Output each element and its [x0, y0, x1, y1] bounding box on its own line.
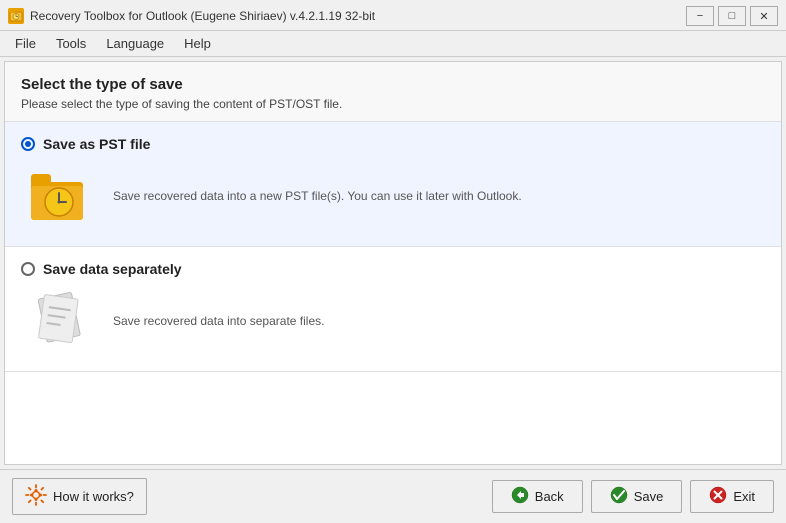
save-label: Save [634, 489, 664, 504]
page-subtitle: Please select the type of saving the con… [21, 97, 765, 111]
option-pst-header: Save as PST file [21, 136, 765, 152]
option-separate-description: Save recovered data into separate files. [113, 314, 765, 328]
title-bar: Recovery Toolbox for Outlook (Eugene Shi… [0, 0, 786, 31]
back-button[interactable]: Back [492, 480, 583, 513]
radio-separate[interactable] [21, 262, 35, 276]
option-separate[interactable]: Save data separately [5, 247, 781, 372]
save-button[interactable]: Save [591, 480, 683, 513]
close-button[interactable]: ✕ [750, 6, 778, 26]
menu-file[interactable]: File [6, 33, 45, 54]
menu-tools[interactable]: Tools [47, 33, 95, 54]
minimize-button[interactable]: − [686, 6, 714, 26]
main-content: Select the type of save Please select th… [4, 61, 782, 465]
header-section: Select the type of save Please select th… [5, 62, 781, 122]
menu-help[interactable]: Help [175, 33, 220, 54]
bottom-right: Back Save Exit [492, 480, 774, 513]
page-title: Select the type of save [21, 76, 765, 93]
how-it-works-label: How it works? [53, 489, 134, 504]
title-bar-controls: − □ ✕ [686, 6, 778, 26]
option-separate-label: Save data separately [43, 261, 182, 277]
bottom-bar: How it works? Back Save [0, 469, 786, 523]
option-separate-header: Save data separately [21, 261, 765, 277]
option-pst-body: Save recovered data into a new PST file(… [21, 160, 765, 232]
app-icon [8, 8, 24, 24]
back-label: Back [535, 489, 564, 504]
gear-icon [25, 484, 47, 509]
title-bar-text: Recovery Toolbox for Outlook (Eugene Shi… [30, 9, 375, 23]
menu-language[interactable]: Language [97, 33, 173, 54]
how-it-works-button[interactable]: How it works? [12, 478, 147, 515]
menu-bar: File Tools Language Help [0, 31, 786, 57]
back-icon [511, 486, 529, 507]
option-pst[interactable]: Save as PST file [5, 122, 781, 247]
options-area: Save as PST file [5, 122, 781, 464]
title-bar-left: Recovery Toolbox for Outlook (Eugene Shi… [8, 8, 375, 24]
separate-files-icon [25, 285, 97, 357]
exit-label: Exit [733, 489, 755, 504]
option-pst-description: Save recovered data into a new PST file(… [113, 189, 765, 203]
bottom-left: How it works? [12, 478, 147, 515]
option-pst-label: Save as PST file [43, 136, 150, 152]
radio-pst[interactable] [21, 137, 35, 151]
maximize-button[interactable]: □ [718, 6, 746, 26]
exit-icon [709, 486, 727, 507]
exit-button[interactable]: Exit [690, 480, 774, 513]
pst-icon [25, 160, 97, 232]
option-separate-body: Save recovered data into separate files. [21, 285, 765, 357]
save-check-icon [610, 486, 628, 507]
